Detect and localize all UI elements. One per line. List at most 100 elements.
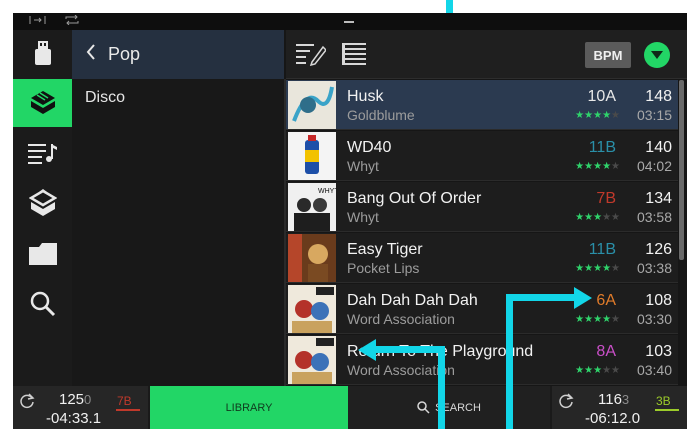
deck-left-key-underline: [116, 409, 140, 411]
search-icon: [30, 291, 55, 317]
sort-direction-button[interactable]: [644, 42, 670, 68]
track-rating: ★★★★★: [575, 263, 620, 274]
bottom-bar: 1250 7B -04:33.1 LIBRARY SEARCH 1163 3B …: [13, 386, 687, 429]
search-icon: [417, 401, 430, 414]
album-art: [288, 81, 336, 129]
search-button[interactable]: SEARCH: [348, 386, 550, 429]
chevron-left-icon[interactable]: [86, 44, 96, 65]
playlist-icon: [27, 144, 57, 164]
track-bpm: 108: [645, 292, 672, 309]
track-title: Bang Out Of Order: [347, 190, 482, 207]
track-list: Husk Goldblume 10A ★★★★★ 148 03:15 WD40 Whyt 11B…: [286, 80, 687, 386]
track-title: Easy Tiger: [347, 241, 423, 258]
track-title: WD40: [347, 139, 392, 156]
album-art: [288, 336, 336, 384]
track-key: 8A: [596, 343, 616, 360]
status-center-mark: [344, 21, 354, 23]
svg-text:WHYT: WHYT: [318, 188, 336, 195]
sidebar-item-search[interactable]: [13, 280, 72, 328]
annotation-arrow-right-stem: [506, 301, 513, 429]
track-toolbar: BPM: [286, 30, 687, 79]
folder-list: Disco: [72, 79, 286, 386]
deck-left-info[interactable]: 1250 7B -04:33.1: [13, 386, 148, 429]
track-rating: ★★★★★: [575, 110, 620, 121]
repeat-icon: [65, 14, 79, 28]
deck-right-key: 3B: [656, 394, 671, 408]
folder-icon: [28, 243, 57, 265]
deck-left-time: -04:33.1: [46, 410, 102, 427]
track-artist: Whyt: [347, 158, 379, 174]
track-duration: 03:58: [636, 209, 672, 225]
track-rating: ★★★★★: [575, 212, 620, 223]
track-key: 11B: [588, 241, 616, 258]
track-rating: ★★★★★: [575, 314, 620, 325]
album-art: [288, 285, 336, 333]
track-row[interactable]: Dah Dah Dah Dah Word Association 6A ★★★★★ 10…: [286, 284, 678, 334]
track-artist: Pocket Lips: [347, 260, 420, 276]
track-bpm: 134: [645, 190, 672, 207]
deck-left-bpm: 1250: [59, 391, 92, 408]
track-duration: 03:30: [636, 311, 672, 327]
annotation-arrow-left-head: [358, 339, 376, 361]
annotation-arrow-left-stem: [438, 352, 445, 429]
track-bpm: 140: [645, 139, 672, 156]
track-duration: 03:38: [636, 260, 672, 276]
edit-list-icon[interactable]: [296, 42, 328, 71]
track-row[interactable]: WD40 Whyt 11B ★★★★★ 140 04:02: [286, 131, 678, 181]
track-key: 6A: [596, 292, 616, 309]
track-artist: Goldblume: [347, 107, 415, 123]
deck-right-key-underline: [655, 409, 679, 411]
album-art: [288, 132, 336, 180]
track-title: Dah Dah Dah Dah: [347, 292, 478, 309]
sidebar-item-prepare[interactable]: [13, 180, 72, 228]
track-bpm: 126: [645, 241, 672, 258]
track-key: 10A: [587, 88, 616, 105]
deck-right-time: -06:12.0: [585, 410, 641, 427]
track-duration: 03:15: [636, 107, 672, 123]
track-artist: Word Association: [347, 311, 455, 327]
usb-drive-icon: [34, 41, 51, 65]
sidebar-item-files[interactable]: [13, 230, 72, 278]
sidebar-item-playlists[interactable]: [13, 129, 72, 177]
track-row[interactable]: Husk Goldblume 10A ★★★★★ 148 03:15: [286, 80, 678, 130]
device-screen: Pop Disco BPM Husk Goldblume 10A ★★★★★ 148 03…: [13, 13, 687, 429]
sort-bpm-button[interactable]: BPM: [585, 42, 631, 68]
track-key: 11B: [588, 139, 616, 156]
prepare-icon: [28, 189, 57, 216]
sidebar: [13, 30, 72, 386]
sync-icon[interactable]: [558, 393, 574, 409]
list-icon[interactable]: [342, 43, 366, 70]
skip-icon: [29, 15, 47, 28]
track-key: 7B: [596, 190, 616, 207]
breadcrumb-label: Pop: [108, 44, 141, 64]
track-artist: Whyt: [347, 209, 379, 225]
folder-item-disco[interactable]: Disco: [85, 89, 125, 107]
track-duration: 03:40: [636, 362, 672, 378]
track-duration: 04:02: [636, 158, 672, 174]
crates-icon: [30, 91, 55, 114]
track-rating: ★★★★★: [575, 365, 620, 376]
annotation-arrow-right-bar: [506, 294, 576, 301]
annotation-arrow-left-bar: [375, 346, 445, 353]
annotation-arrow-right-head: [574, 287, 592, 309]
sidebar-item-crates[interactable]: [13, 79, 72, 127]
deck-right-info[interactable]: 1163 3B -06:12.0: [552, 386, 687, 429]
triangle-down-icon: [651, 51, 663, 59]
track-row[interactable]: Return To The PlaygroundWord Association…: [286, 335, 678, 385]
deck-right-bpm: 1163: [598, 391, 630, 408]
album-art: [288, 234, 336, 282]
track-title: Husk: [347, 88, 384, 105]
library-button[interactable]: LIBRARY: [150, 386, 348, 429]
breadcrumb[interactable]: Pop: [72, 30, 284, 79]
track-rating: ★★★★★: [575, 161, 620, 172]
track-bpm: 148: [645, 88, 672, 105]
sidebar-item-usb[interactable]: [13, 30, 72, 78]
sync-icon[interactable]: [19, 393, 35, 409]
album-art: WHYT: [288, 183, 336, 231]
track-row[interactable]: WHYT Bang Out Of Order Whyt 7B ★★★★★ 134 03:58: [286, 182, 678, 232]
deck-left-key: 7B: [117, 394, 132, 408]
track-row[interactable]: Easy Tiger Pocket Lips 11B ★★★★★ 126 03:38: [286, 233, 678, 283]
track-bpm: 103: [645, 343, 672, 360]
track-list-scrollbar[interactable]: [679, 80, 684, 260]
status-bar: [13, 13, 687, 30]
